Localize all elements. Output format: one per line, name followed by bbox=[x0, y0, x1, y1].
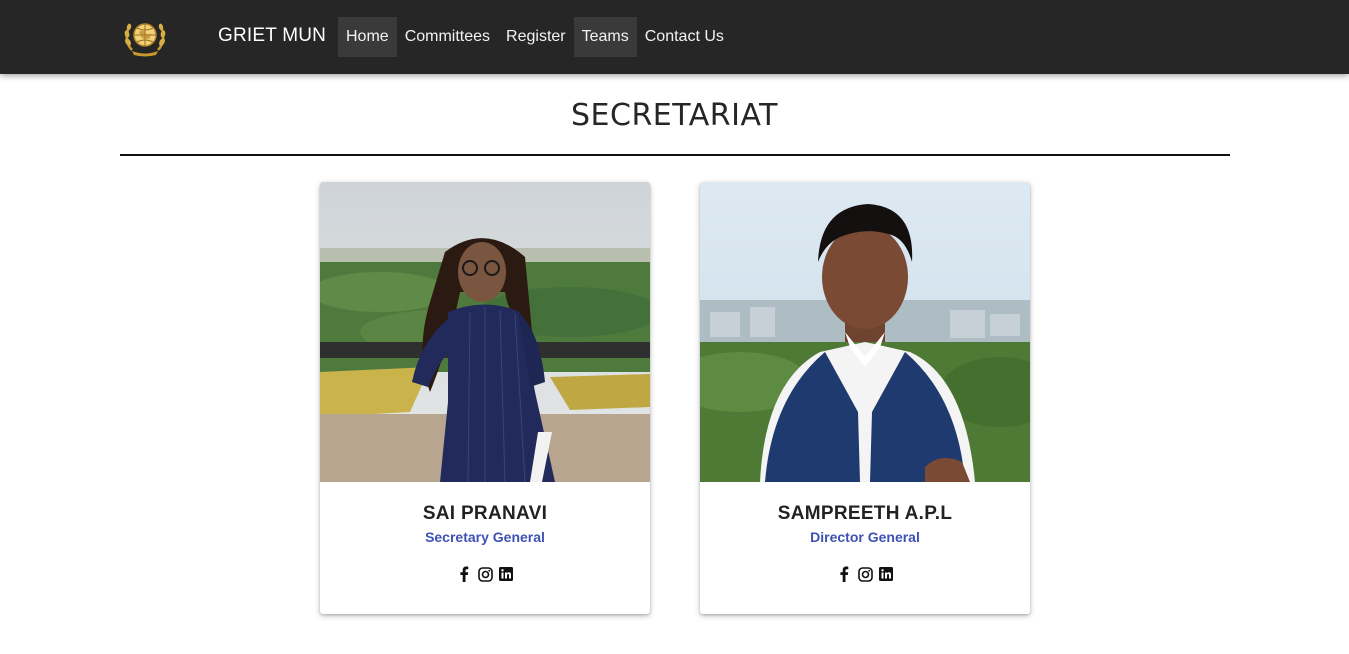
section-divider bbox=[120, 154, 1230, 156]
griet-mun-logo-icon[interactable] bbox=[122, 14, 168, 58]
nav-link-register[interactable]: Register bbox=[498, 17, 574, 57]
member-card: SAI PRANAVI Secretary General bbox=[320, 182, 650, 614]
member-role: Secretary General bbox=[425, 529, 545, 545]
linkedin-icon[interactable] bbox=[499, 566, 514, 582]
member-photo bbox=[320, 182, 650, 482]
member-name: SAMPREETH A.P.L bbox=[777, 503, 953, 524]
member-role: Director General bbox=[810, 529, 920, 545]
member-photo bbox=[700, 182, 1030, 482]
nav-link-teams[interactable]: Teams bbox=[573, 17, 637, 57]
nav-link-home[interactable]: Home bbox=[338, 17, 397, 57]
social-links bbox=[320, 566, 650, 582]
facebook-icon[interactable] bbox=[837, 566, 852, 582]
facebook-icon[interactable] bbox=[457, 566, 472, 582]
member-name: SAI PRANAVI bbox=[422, 503, 548, 524]
nav-link-committees[interactable]: Committees bbox=[397, 17, 498, 57]
brand-title[interactable]: GRIET MUN bbox=[218, 25, 326, 47]
nav-links: Home Committees Register Teams Contact U… bbox=[338, 17, 732, 57]
instagram-icon[interactable] bbox=[857, 566, 873, 582]
linkedin-icon[interactable] bbox=[879, 566, 894, 582]
nav-link-contact-us[interactable]: Contact Us bbox=[637, 17, 732, 57]
section-title: SECRETARIAT bbox=[571, 98, 778, 133]
member-card: SAMPREETH A.P.L Director General bbox=[700, 182, 1030, 614]
instagram-icon[interactable] bbox=[477, 566, 493, 582]
social-links bbox=[700, 566, 1030, 582]
top-navbar: GRIET MUN Home Committees Register Teams… bbox=[0, 0, 1349, 74]
